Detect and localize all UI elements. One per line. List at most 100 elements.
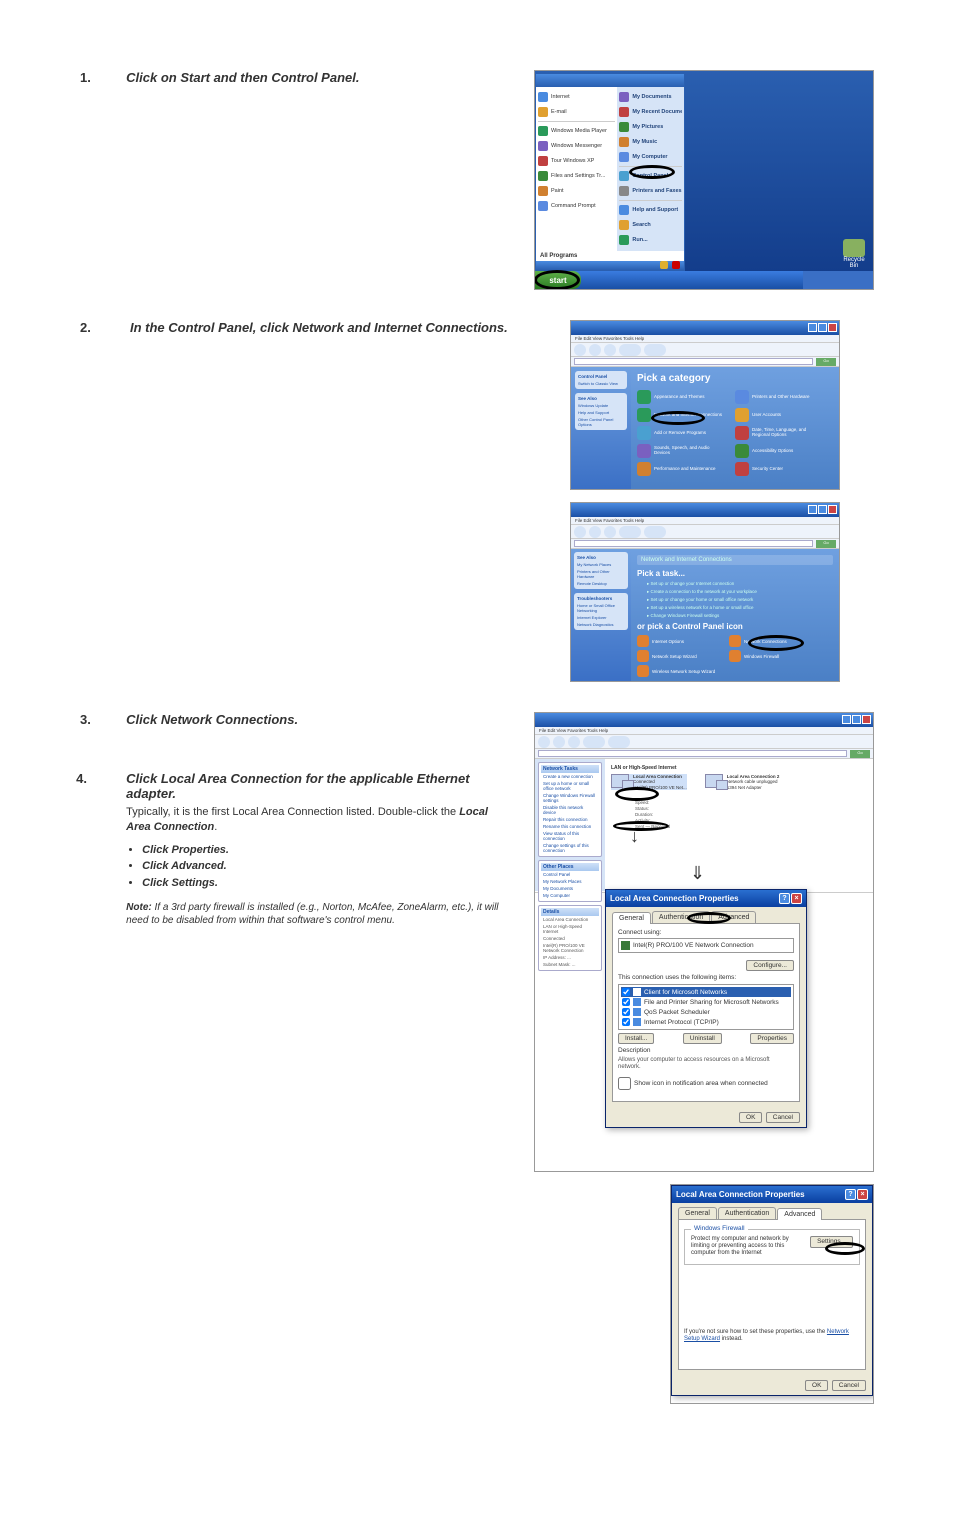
side-link[interactable]: Printers and Other Hardware (577, 569, 625, 579)
category-item[interactable]: Add or Remove Programs (637, 426, 725, 440)
component-checkbox[interactable] (622, 1018, 630, 1026)
search-button[interactable] (583, 736, 605, 748)
tab-authentication[interactable]: Authentication (652, 911, 710, 923)
up-button[interactable] (604, 526, 616, 538)
address-input[interactable] (574, 540, 813, 547)
go-button[interactable]: Go (816, 358, 836, 366)
start-menu-item[interactable]: Internet (538, 90, 615, 104)
component-item[interactable]: File and Printer Sharing for Microsoft N… (621, 997, 791, 1007)
recycle-bin-icon[interactable]: Recycle Bin (843, 239, 865, 265)
start-menu-item[interactable]: Tour Windows XP (538, 154, 615, 168)
uninstall-button[interactable]: Uninstall (683, 1033, 722, 1044)
side-task-link[interactable]: My Documents (541, 885, 599, 892)
help-button[interactable]: ? (845, 1189, 856, 1200)
category-item[interactable]: Security Center (735, 462, 823, 476)
folders-button[interactable] (608, 736, 630, 748)
component-checkbox[interactable] (622, 988, 630, 996)
cancel-button[interactable]: Cancel (766, 1112, 800, 1123)
tab-advanced[interactable]: Advanced (711, 911, 756, 923)
go-button[interactable]: Go (816, 540, 836, 548)
go-button[interactable]: Go (850, 750, 870, 758)
shutdown-icon[interactable] (672, 261, 680, 269)
menubar[interactable]: File Edit View Favorites Tools Help (535, 727, 873, 735)
back-button[interactable] (538, 736, 550, 748)
logoff-icon[interactable] (660, 261, 668, 269)
up-button[interactable] (568, 736, 580, 748)
folders-button[interactable] (644, 344, 666, 356)
address-input[interactable] (574, 358, 813, 365)
tab-advanced[interactable]: Advanced (777, 1208, 822, 1220)
tab-general[interactable]: General (612, 912, 651, 924)
forward-button[interactable] (589, 526, 601, 538)
task-link[interactable]: ▸ Set up a wireless network for a home o… (647, 605, 833, 611)
show-icon-checkbox[interactable] (618, 1077, 631, 1090)
task-link[interactable]: ▸ Create a connection to the network at … (647, 589, 833, 595)
install-button[interactable]: Install... (618, 1033, 654, 1044)
side-task-link[interactable]: Create a new connection (541, 773, 599, 780)
component-checkbox[interactable] (622, 1008, 630, 1016)
task-link[interactable]: ▸ Set up or change your Internet connect… (647, 581, 833, 587)
tab-authentication[interactable]: Authentication (718, 1207, 776, 1219)
component-item[interactable]: Client for Microsoft Networks (621, 987, 791, 997)
troubleshooter-link[interactable]: Network Diagnostics (577, 622, 625, 627)
start-menu-item[interactable]: Search (619, 218, 682, 232)
control-panel-icon[interactable]: Windows Firewall (729, 650, 809, 662)
items-listbox[interactable]: Client for Microsoft NetworksFile and Pr… (618, 984, 794, 1030)
component-item[interactable]: QoS Packet Scheduler (621, 1007, 791, 1017)
side-task-link[interactable]: Disable this network device (541, 804, 599, 816)
control-panel-icon[interactable]: Internet Options (637, 635, 717, 647)
category-item[interactable]: User Accounts (735, 408, 823, 422)
side-task-link[interactable]: Rename this connection (541, 823, 599, 830)
see-also-link[interactable]: Windows Update (578, 403, 624, 408)
switch-view-link[interactable]: Switch to Classic View (578, 381, 624, 386)
start-menu-item[interactable]: E-mail (538, 105, 615, 119)
see-also-link[interactable]: Help and Support (578, 410, 624, 415)
component-item[interactable]: Internet Protocol (TCP/IP) (621, 1017, 791, 1027)
side-task-link[interactable]: My Computer (541, 892, 599, 899)
troubleshooter-link[interactable]: Internet Explorer (577, 615, 625, 620)
connection-item[interactable]: Local Area Connection 2Network cable unp… (705, 774, 780, 790)
start-menu-item[interactable]: Help and Support (619, 203, 682, 217)
control-panel-icon[interactable]: Wireless Network Setup Wizard (637, 665, 717, 677)
up-button[interactable] (604, 344, 616, 356)
configure-button[interactable]: Configure... (746, 960, 794, 971)
side-task-link[interactable]: Set up a home or small office network (541, 780, 599, 792)
back-button[interactable] (574, 526, 586, 538)
search-button[interactable] (619, 526, 641, 538)
tab-general[interactable]: General (678, 1207, 717, 1219)
menubar[interactable]: File Edit View Favorites Tools Help (571, 517, 839, 525)
side-task-link[interactable]: View status of this connection (541, 830, 599, 842)
category-item[interactable]: Performance and Maintenance (637, 462, 725, 476)
back-button[interactable] (574, 344, 586, 356)
all-programs[interactable]: All Programs (536, 251, 684, 261)
close-button[interactable]: × (791, 893, 802, 904)
start-menu-item[interactable]: Windows Media Player (538, 124, 615, 138)
forward-button[interactable] (589, 344, 601, 356)
side-task-link[interactable]: My Network Places (541, 878, 599, 885)
start-menu-item[interactable]: Windows Messenger (538, 139, 615, 153)
help-button[interactable]: ? (779, 893, 790, 904)
task-link[interactable]: ▸ Change Windows Firewall settings (647, 613, 833, 619)
start-menu-item[interactable]: Command Prompt (538, 199, 615, 213)
start-menu-item[interactable]: My Music (619, 135, 682, 149)
start-menu-item[interactable]: Paint (538, 184, 615, 198)
category-item[interactable]: Accessibility Options (735, 444, 823, 458)
start-menu-item[interactable]: My Computer (619, 150, 682, 164)
category-item[interactable]: Printers and Other Hardware (735, 390, 823, 404)
folders-button[interactable] (644, 526, 666, 538)
connection-item[interactable]: Local Area ConnectionConnectedIntel(R) P… (611, 774, 687, 790)
troubleshooter-link[interactable]: Home or Small Office Networking (577, 603, 625, 613)
control-panel-icon[interactable]: Network Connections (729, 635, 809, 647)
start-menu-item[interactable]: My Pictures (619, 120, 682, 134)
start-menu-item[interactable]: My Recent Documents (619, 105, 682, 119)
close-button[interactable]: × (857, 1189, 868, 1200)
ok-button[interactable]: OK (805, 1380, 828, 1391)
task-link[interactable]: ▸ Set up or change your home or small of… (647, 597, 833, 603)
properties-button[interactable]: Properties (750, 1033, 794, 1044)
category-item[interactable]: Network and Internet Connections (637, 408, 725, 422)
component-checkbox[interactable] (622, 998, 630, 1006)
see-also-link[interactable]: Other Control Panel Options (578, 417, 624, 427)
side-task-link[interactable]: Control Panel (541, 871, 599, 878)
cancel-button[interactable]: Cancel (832, 1380, 866, 1391)
side-task-link[interactable]: Change Windows Firewall settings (541, 792, 599, 804)
